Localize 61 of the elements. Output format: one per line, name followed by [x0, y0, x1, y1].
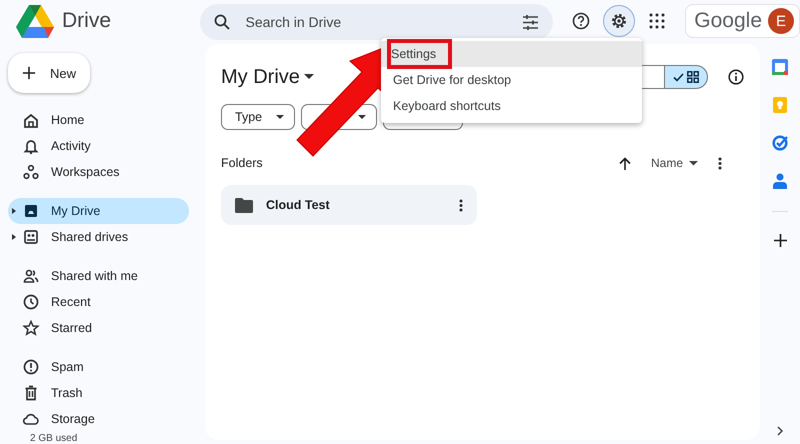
sidebar-item[interactable]: Shared with me: [8, 263, 189, 289]
sidebar-item[interactable]: My Drive: [8, 198, 189, 224]
exclamation-icon: [22, 358, 40, 376]
star-icon: [22, 319, 40, 337]
sidebar-item[interactable]: Recent: [8, 289, 189, 315]
expand-chevron-icon[interactable]: [777, 426, 783, 436]
sidebar-item[interactable]: Spam: [8, 354, 189, 380]
section-heading: Folders: [221, 156, 263, 170]
filter-sliders-icon[interactable]: [522, 14, 540, 30]
dropdown-caret-icon[interactable]: [304, 74, 314, 80]
search-icon: [214, 14, 230, 30]
page-title[interactable]: My Drive: [221, 66, 300, 88]
grid-view-button[interactable]: [664, 65, 708, 89]
sidebar-item[interactable]: Starred: [8, 315, 189, 341]
calendar-icon[interactable]: [772, 59, 788, 75]
folder-icon: [235, 198, 253, 212]
expand-caret-icon[interactable]: [11, 208, 17, 214]
bell-icon: [22, 137, 40, 155]
drive-icon: [22, 202, 40, 220]
more-options-icon[interactable]: [718, 156, 722, 170]
sidebar-item[interactable]: Storage: [8, 406, 189, 432]
tasks-icon[interactable]: [772, 135, 788, 151]
caret-icon: [276, 114, 284, 120]
menu-item[interactable]: Get Drive for desktop: [381, 67, 642, 93]
search-field[interactable]: Search in Drive: [200, 4, 554, 40]
sidebar-item[interactable]: Workspaces: [8, 159, 189, 185]
three-circles-icon: [22, 163, 40, 181]
grid-icon: [687, 71, 699, 83]
home-icon: [22, 111, 40, 129]
settings-button[interactable]: [603, 5, 636, 37]
folder-card[interactable]: Cloud Test: [221, 185, 477, 225]
people-icon: [22, 267, 40, 285]
add-icon[interactable]: [774, 234, 786, 247]
sidebar-item[interactable]: Home: [8, 107, 189, 133]
app-name: Drive: [62, 9, 112, 33]
sidebar-item[interactable]: Activity: [8, 133, 189, 159]
storage-usage: 2 GB used: [29, 433, 78, 444]
filter-chip[interactable]: Type: [221, 104, 296, 130]
search-input[interactable]: Search in Drive: [244, 13, 508, 31]
new-button[interactable]: New: [8, 53, 90, 93]
drive-logo-icon: [16, 4, 54, 38]
expand-caret-icon[interactable]: [11, 234, 17, 240]
menu-item[interactable]: Settings: [381, 41, 642, 67]
caret-icon: [358, 114, 366, 120]
sort-dropdown[interactable]: Name: [650, 156, 698, 170]
check-icon: [673, 72, 684, 82]
sidebar-item[interactable]: Shared drives: [8, 224, 189, 250]
apps-grid-icon[interactable]: [649, 13, 666, 29]
plus-icon: [22, 65, 36, 81]
info-icon[interactable]: [728, 69, 744, 85]
settings-icon: [610, 12, 628, 30]
caret-icon: [689, 160, 698, 166]
shared-drives-icon: [22, 228, 40, 246]
menu-item[interactable]: Keyboard shortcuts: [381, 93, 642, 119]
sidebar-item[interactable]: Trash: [8, 380, 189, 406]
clock-icon: [22, 293, 40, 311]
account-button[interactable]: Google E: [685, 4, 800, 38]
help-icon[interactable]: [572, 12, 590, 30]
more-options-icon[interactable]: [459, 198, 463, 212]
contacts-icon[interactable]: [773, 173, 787, 189]
sort-direction-icon[interactable]: [618, 156, 631, 170]
